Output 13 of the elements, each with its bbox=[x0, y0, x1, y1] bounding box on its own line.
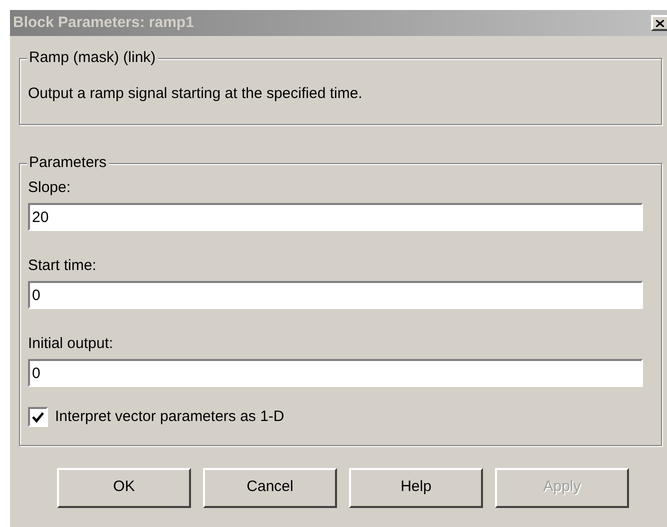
input-field[interactable]: 0 bbox=[28, 281, 643, 309]
input-field[interactable]: 0 bbox=[28, 359, 643, 387]
description-text: Output a ramp signal starting at the specified time. bbox=[27, 84, 364, 104]
dialog-button[interactable]: Cancel bbox=[203, 468, 337, 508]
field-label: Slope: bbox=[28, 178, 72, 198]
checkbox-label: Interpret vector parameters as 1-D bbox=[55, 407, 284, 427]
input-field[interactable]: 20 bbox=[28, 203, 643, 231]
window-title: Block Parameters: ramp1 bbox=[13, 12, 194, 33]
field-label: Initial output: bbox=[28, 334, 114, 354]
dialog-button[interactable]: OK bbox=[57, 468, 191, 508]
group-title: Ramp (mask) (link) bbox=[27, 48, 158, 68]
field-label: Start time: bbox=[28, 256, 98, 276]
dialog-button[interactable]: Help bbox=[349, 468, 483, 508]
